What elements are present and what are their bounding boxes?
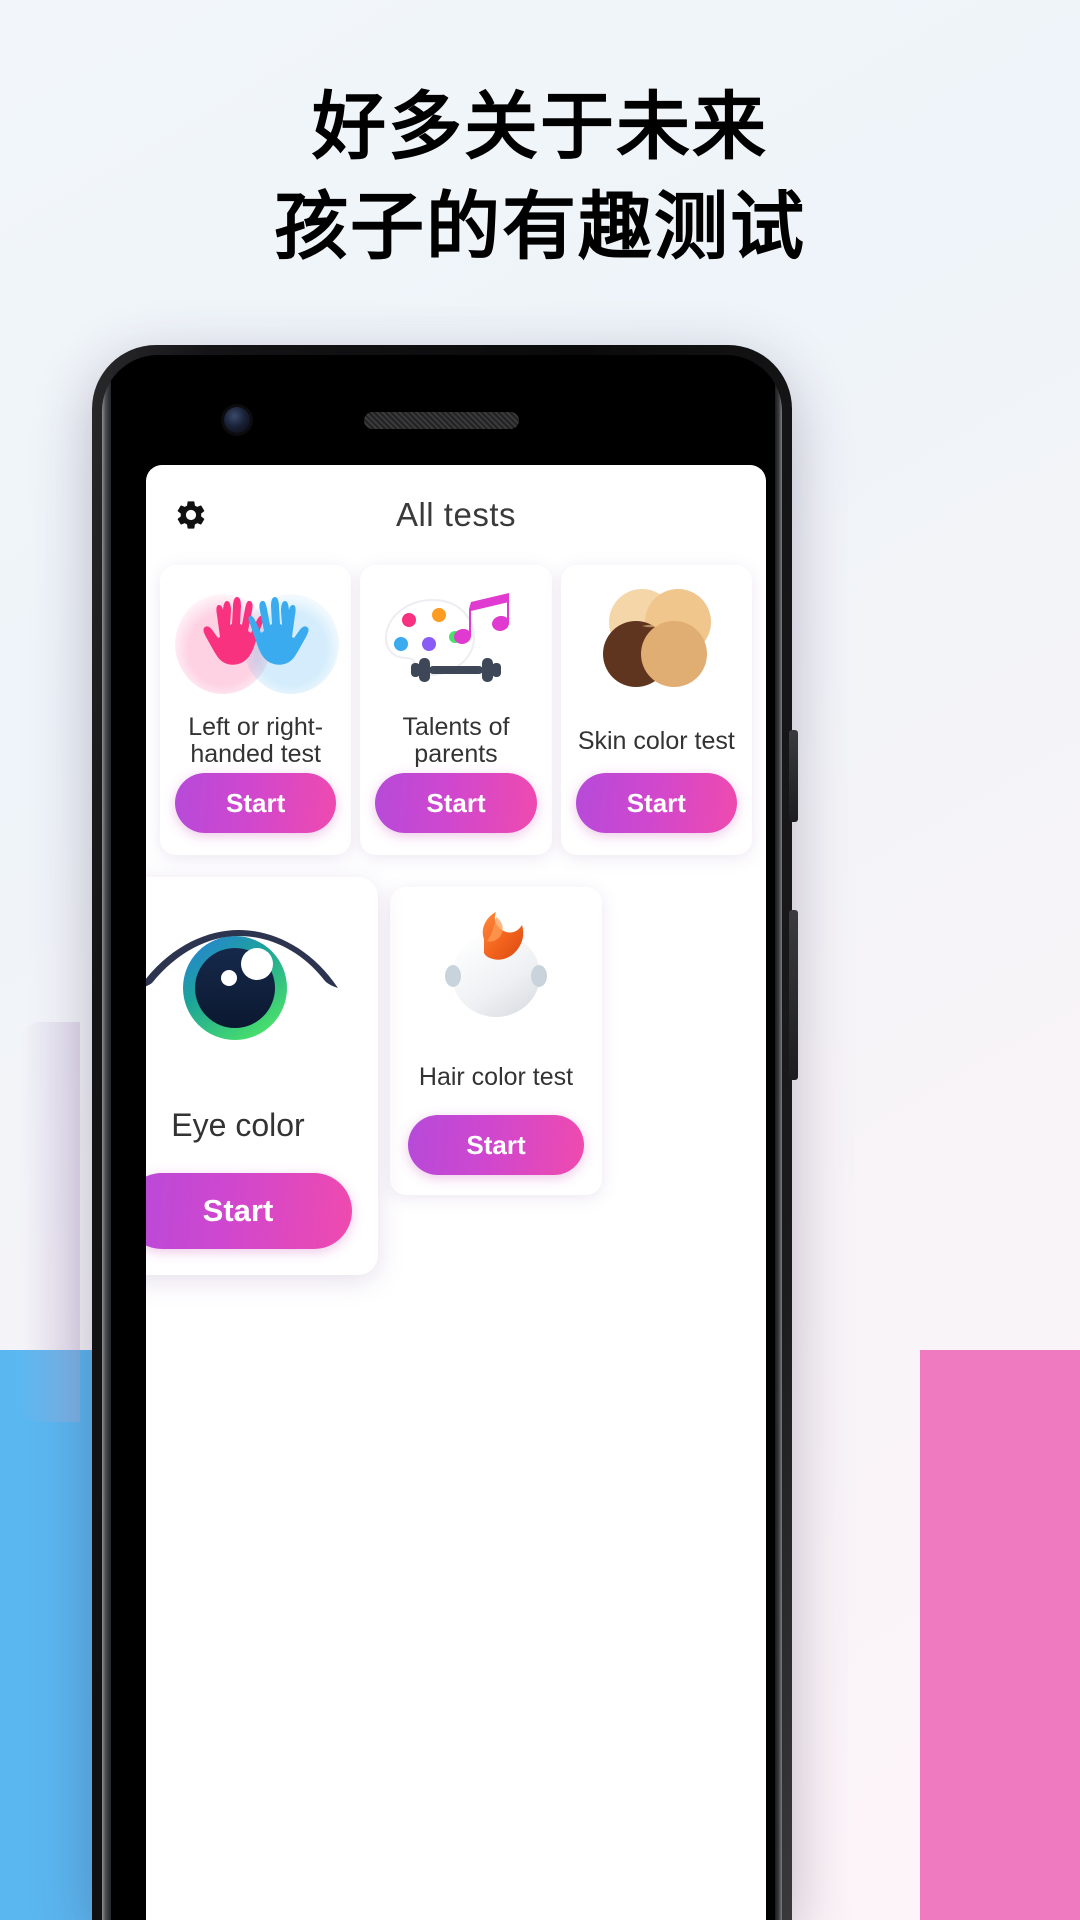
page-title: All tests <box>395 496 517 533</box>
test-card-label: Left or right-handed test <box>188 713 324 768</box>
phone-mockup: All tests Left or right-handed test Star… <box>92 345 798 1920</box>
test-card-eye-color[interactable]: Eye color Start <box>146 877 378 1275</box>
test-card-label: Talents of parents <box>402 713 510 768</box>
decorative-corner-pink <box>920 1350 1080 1920</box>
test-card-hair-color[interactable]: Hair color test Start <box>390 887 602 1195</box>
palette-music-dumbbell-icon <box>368 579 543 699</box>
front-camera-icon <box>224 407 250 433</box>
start-button-skin-color[interactable]: Start <box>575 773 737 833</box>
test-card-talents-of-parents[interactable]: Talents of parents Start <box>360 565 552 855</box>
headline-line-2: 孩子的有趣测试 <box>274 183 806 270</box>
phone-bezel-edge-left <box>102 355 111 1920</box>
test-card-label: Skin color test <box>577 726 735 755</box>
start-button-talents-of-parents[interactable]: Start <box>375 773 537 833</box>
start-button-hair-color[interactable]: Start <box>407 1115 585 1175</box>
phone-bezel: All tests Left or right-handed test Star… <box>102 355 782 1920</box>
app-screen: All tests Left or right-handed test Star… <box>146 465 766 1920</box>
test-card-grid-row-2: Eye color Start Hair color test Start <box>146 877 766 1277</box>
earpiece-speaker <box>364 412 519 429</box>
test-card-label: Eye color <box>171 1106 305 1143</box>
eye-icon <box>146 897 362 1077</box>
test-card-grid-row-1: Left or right-handed test Start Talents … <box>146 565 766 855</box>
phone-power-button[interactable] <box>789 730 798 822</box>
phone-volume-button[interactable] <box>789 910 798 1080</box>
headline-line-1: 好多关于未来 <box>312 84 768 170</box>
hands-icon <box>168 579 343 699</box>
app-header: All tests <box>146 465 766 565</box>
test-card-skin-color[interactable]: Skin color test Start <box>560 565 752 855</box>
page-headline: 好多关于未来 孩子的有趣测试 <box>0 78 1080 278</box>
baby-head-hair-icon <box>400 901 592 1029</box>
start-button-left-or-right-handed[interactable]: Start <box>175 773 337 833</box>
phone-bezel-edge-right <box>775 355 782 1920</box>
start-button-eye-color[interactable]: Start <box>146 1173 353 1249</box>
test-card-label: Hair color test <box>418 1062 574 1091</box>
test-card-left-or-right-handed[interactable]: Left or right-handed test Start <box>160 565 352 855</box>
skin-tone-circles-icon <box>569 579 744 699</box>
gear-icon[interactable] <box>174 498 208 532</box>
